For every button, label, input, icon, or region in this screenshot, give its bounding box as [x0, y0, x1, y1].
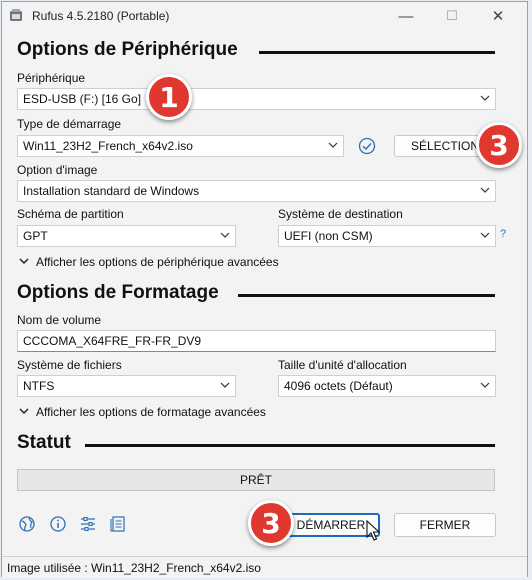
- volume-name-label: Nom de volume: [17, 313, 102, 327]
- chevron-down-icon: [480, 95, 490, 101]
- chevron-down-icon: [220, 232, 230, 238]
- cluster-size-dropdown[interactable]: 4096 octets (Défaut): [278, 375, 496, 397]
- device-advanced-label: Afficher les options de périphérique ava…: [36, 255, 279, 269]
- cluster-size-label: Taille d'unité d'allocation: [278, 358, 407, 372]
- device-dropdown[interactable]: ESD-USB (F:) [16 Go]: [17, 88, 496, 110]
- minimize-button[interactable]: —: [383, 2, 429, 30]
- format-options-heading: Options de Formatage: [17, 282, 219, 303]
- chevron-down-icon: [480, 382, 490, 388]
- window-title: Rufus 4.5.2180 (Portable): [32, 9, 170, 23]
- device-label: Périphérique: [17, 71, 86, 85]
- section-divider: [259, 51, 495, 54]
- close-window-button[interactable]: ✕: [475, 2, 521, 30]
- chevron-down-icon: [328, 142, 338, 148]
- status-bar-text: Image utilisée : Win11_23H2_French_x64v2…: [7, 561, 261, 575]
- status-bar: Image utilisée : Win11_23H2_French_x64v2…: [2, 556, 527, 578]
- partition-value: GPT: [23, 229, 48, 243]
- format-advanced-toggle[interactable]: Afficher les options de formatage avancé…: [17, 405, 266, 419]
- chevron-down-icon: [19, 408, 29, 415]
- device-value: ESD-USB (F:) [16 Go]: [23, 92, 142, 106]
- filesystem-value: NTFS: [23, 379, 55, 393]
- annotation-badge-1: 1: [146, 74, 192, 120]
- status-heading: Statut: [17, 432, 71, 453]
- volume-name-input[interactable]: CCCOMA_X64FRE_FR-FR_DV9: [17, 330, 496, 352]
- cluster-size-value: 4096 octets (Défaut): [284, 379, 393, 393]
- boot-type-dropdown[interactable]: Win11_23H2_French_x64v2.iso: [17, 135, 344, 157]
- target-system-label: Système de destination: [278, 207, 403, 221]
- chevron-down-icon: [220, 382, 230, 388]
- title-bar[interactable]: Rufus 4.5.2180 (Portable) — ☐ ✕: [2, 2, 527, 30]
- check-circle-icon[interactable]: [358, 137, 376, 155]
- image-option-value: Installation standard de Windows: [23, 184, 200, 198]
- device-advanced-toggle[interactable]: Afficher les options de périphérique ava…: [17, 255, 279, 269]
- chevron-down-icon: [480, 232, 490, 238]
- annotation-badge-select: 3: [476, 122, 522, 168]
- globe-icon[interactable]: [18, 515, 36, 533]
- chevron-down-icon: [19, 258, 29, 265]
- rufus-window: Rufus 4.5.2180 (Portable) — ☐ ✕ Options …: [1, 1, 528, 578]
- boot-type-label: Type de démarrage: [17, 117, 122, 131]
- mouse-cursor-icon: [366, 520, 380, 541]
- progress-text: PRÊT: [239, 473, 272, 487]
- close-button[interactable]: FERMER: [394, 513, 496, 537]
- target-system-dropdown[interactable]: UEFI (non CSM): [278, 225, 496, 247]
- annotation-badge-start: 3: [248, 500, 294, 546]
- chevron-down-icon: [480, 187, 490, 193]
- section-divider: [85, 444, 495, 447]
- image-option-label: Option d'image: [17, 163, 98, 177]
- maximize-button[interactable]: ☐: [429, 2, 475, 30]
- log-icon[interactable]: [109, 515, 127, 533]
- target-system-value: UEFI (non CSM): [284, 229, 373, 243]
- help-icon[interactable]: ?: [500, 228, 506, 240]
- settings-sliders-icon[interactable]: [79, 515, 97, 533]
- filesystem-dropdown[interactable]: NTFS: [17, 375, 236, 397]
- partition-label: Schéma de partition: [17, 207, 124, 221]
- rufus-app-icon: [10, 9, 22, 21]
- section-divider: [238, 294, 495, 297]
- partition-dropdown[interactable]: GPT: [17, 225, 236, 247]
- image-option-dropdown[interactable]: Installation standard de Windows: [17, 180, 496, 202]
- device-options-heading: Options de Périphérique: [17, 39, 238, 60]
- filesystem-label: Système de fichiers: [17, 358, 122, 372]
- boot-type-value: Win11_23H2_French_x64v2.iso: [23, 139, 193, 153]
- format-advanced-label: Afficher les options de formatage avancé…: [36, 405, 266, 419]
- progress-bar: PRÊT: [17, 469, 495, 491]
- info-icon[interactable]: [49, 515, 67, 533]
